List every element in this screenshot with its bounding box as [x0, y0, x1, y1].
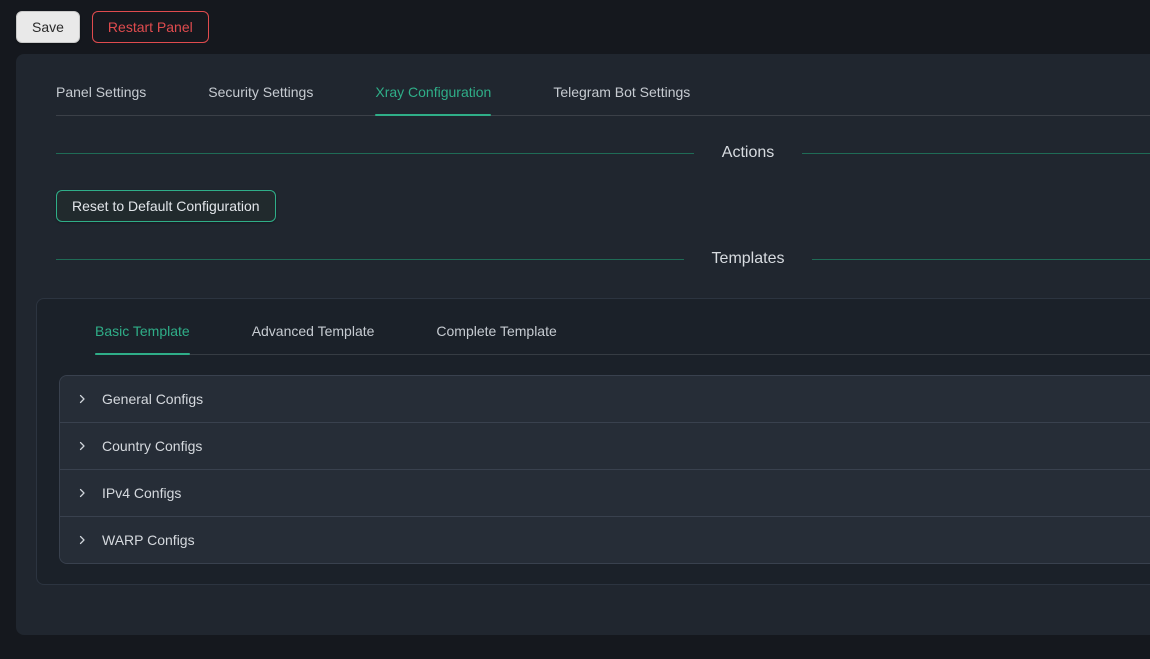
chevron-right-icon: [76, 440, 88, 452]
collapse-item-label: Country Configs: [102, 438, 202, 454]
templates-divider: Templates: [56, 250, 1150, 268]
collapse-item-general-configs[interactable]: General Configs: [60, 376, 1150, 423]
actions-divider: Actions: [56, 144, 1150, 162]
collapse-item-label: IPv4 Configs: [102, 485, 181, 501]
templates-divider-label: Templates: [684, 250, 813, 268]
collapse-item-label: General Configs: [102, 391, 203, 407]
templates-card: Basic Template Advanced Template Complet…: [36, 298, 1150, 585]
tab-advanced-template[interactable]: Advanced Template: [252, 323, 375, 354]
configs-collapse: General Configs Country Configs IPv4 Con…: [59, 375, 1150, 564]
save-button[interactable]: Save: [16, 11, 80, 43]
divider-line: [56, 153, 694, 154]
chevron-right-icon: [76, 487, 88, 499]
settings-card: Panel Settings Security Settings Xray Co…: [16, 54, 1150, 635]
tab-xray-configuration[interactable]: Xray Configuration: [375, 84, 491, 115]
collapse-item-country-configs[interactable]: Country Configs: [60, 423, 1150, 470]
divider-line: [812, 259, 1150, 260]
main-tabbar: Panel Settings Security Settings Xray Co…: [56, 54, 1150, 116]
chevron-right-icon: [76, 534, 88, 546]
actions-row: Reset to Default Configuration: [56, 190, 1150, 222]
tab-telegram-bot-settings[interactable]: Telegram Bot Settings: [553, 84, 690, 115]
divider-line: [802, 153, 1150, 154]
actions-divider-label: Actions: [694, 144, 802, 162]
topbar: Save Restart Panel: [0, 0, 1150, 54]
restart-panel-button[interactable]: Restart Panel: [92, 11, 209, 43]
collapse-item-ipv4-configs[interactable]: IPv4 Configs: [60, 470, 1150, 517]
collapse-item-label: WARP Configs: [102, 532, 195, 548]
divider-line: [56, 259, 684, 260]
tab-basic-template[interactable]: Basic Template: [95, 323, 190, 354]
template-tabbar: Basic Template Advanced Template Complet…: [95, 323, 1150, 355]
tab-panel-settings[interactable]: Panel Settings: [56, 84, 146, 115]
tab-security-settings[interactable]: Security Settings: [208, 84, 313, 115]
tab-complete-template[interactable]: Complete Template: [436, 323, 556, 354]
collapse-item-warp-configs[interactable]: WARP Configs: [60, 517, 1150, 563]
reset-default-configuration-button[interactable]: Reset to Default Configuration: [56, 190, 276, 222]
chevron-right-icon: [76, 393, 88, 405]
